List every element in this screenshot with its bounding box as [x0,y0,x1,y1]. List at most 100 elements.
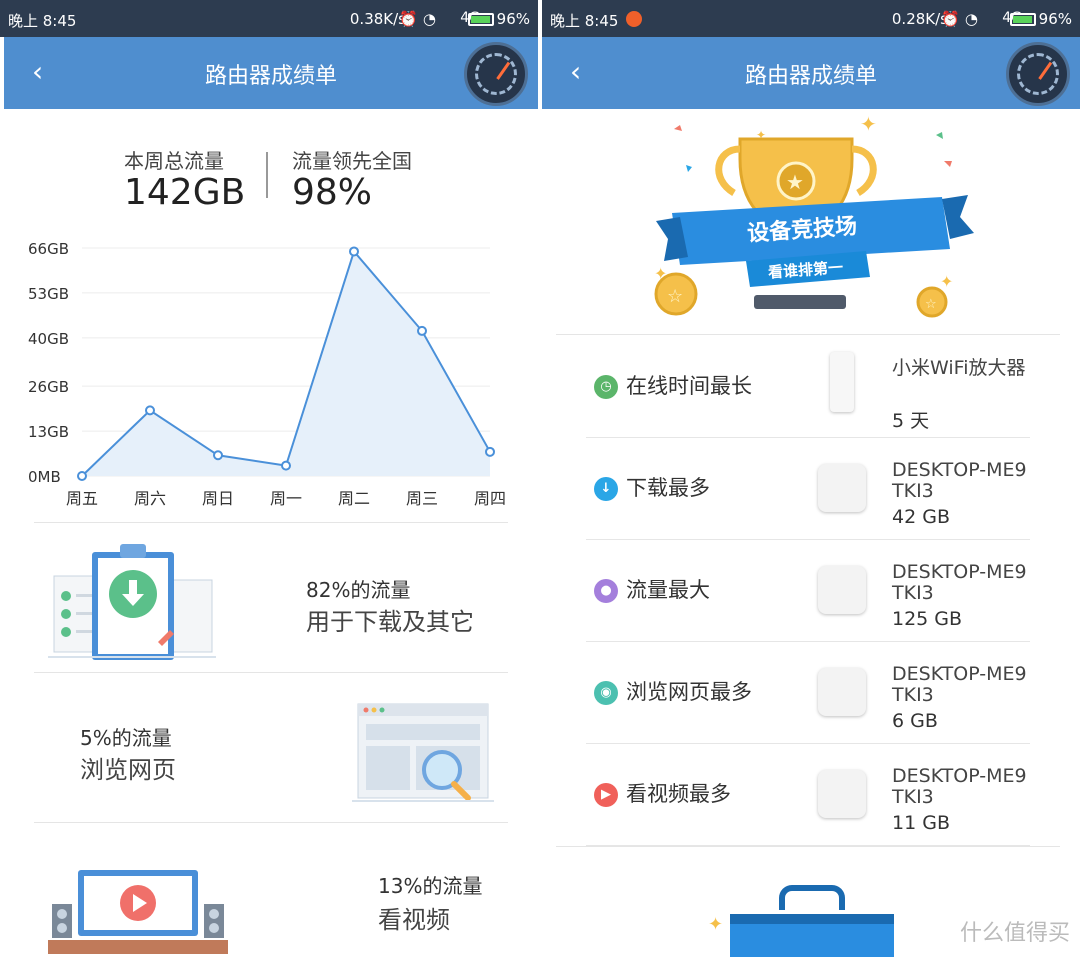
status-time: 晚上 8:45 [550,12,619,30]
device-arena-banner: ✦ ✦ ✦ ✦ ★ ☆ ☆ 设备竞技场 看谁排第一 [542,109,1080,334]
traffic-chart: 66GB 53GB 40GB 26GB 13GB 0MB 周五 周六 周日 周一 周二 周三 周四 [28,240,506,508]
right-screen: 晚上 8:45 0.28K/s ⏰ ◔ 4G 96% ‹ 路由器成绩单 ✦ ✦ … [542,0,1080,957]
rank-item-label: 浏览网页最多 [626,680,752,704]
x-tick-label: 周日 [202,489,234,508]
rank-item-label: 下载最多 [626,476,710,500]
download-desc: 用于下载及其它 [306,608,474,636]
page-title: 路由器成绩单 [204,64,337,89]
x-tick-label: 周四 [474,489,506,508]
site-watermark: 什么值得买 [959,921,1070,946]
divider [34,672,508,673]
drop-icon: ● [594,579,618,603]
alarm-icon: ⏰ [399,10,418,28]
download-percent: 82%的流量 [306,578,411,602]
y-tick-label: 66GB [28,240,69,258]
app-header: ‹ 路由器成绩单 [4,37,538,109]
data-point [349,246,359,257]
device-name: DESKTOP-ME9TKI3 [892,663,1027,706]
clipboard-download-icon [48,544,216,660]
data-point [145,405,155,416]
status-bar: 晚上 8:45 0.28K/s ⏰ ◔ 4G 96% [542,0,1080,37]
device-name: 小米WiFi放大器 [892,357,1026,379]
device-placeholder-icon [818,464,866,512]
battery-icon [468,13,494,26]
app-header: ‹ 路由器成绩单 [542,37,1080,109]
rank-item-online-time[interactable]: ◷ 在线时间最长 小米WiFi放大器 5 天 [586,336,1030,438]
status-time: 晚上 8:45 [8,12,77,30]
device-value: 11 GB [892,812,950,834]
device-value: 5 天 [892,410,930,432]
svg-text:✦: ✦ [860,112,877,136]
video-desc: 看视频 [378,906,450,934]
y-tick-label: 13GB [28,423,69,441]
y-tick-label: 0MB [28,468,61,486]
download-icon: ↓ [594,477,618,501]
device-value: 6 GB [892,710,938,732]
usage-download: 82%的流量 用于下载及其它 [0,526,538,674]
notification-icon [626,11,642,27]
total-traffic-value: 142GB [124,172,246,213]
divider [34,822,508,823]
battery-icon [1010,13,1036,26]
svg-text:☆: ☆ [925,297,937,312]
data-point [485,446,495,457]
video-percent: 13%的流量 [378,874,483,898]
wifi-icon: ◔ [422,10,436,28]
usage-browse: 5%的流量 浏览网页 [0,676,538,824]
page-title: 路由器成绩单 [744,64,877,89]
left-screen: 晚上 8:45 0.38K/s ⏰ ◔ 4G 96% ‹ 路由器成绩单 本周总流… [0,0,538,957]
device-placeholder-icon [818,566,866,614]
device-name: DESKTOP-ME9TKI3 [892,459,1027,502]
area-fill [82,251,490,476]
tv-video-icon [48,870,228,954]
svg-text:☆: ☆ [667,286,683,307]
y-tick-label: 40GB [28,330,69,348]
x-tick-label: 周五 [66,489,98,508]
divider [556,846,1060,847]
toolbox-icon: ✦ [708,885,894,957]
svg-text:★: ★ [786,170,804,194]
data-point [213,450,223,461]
wifi-extender-icon [830,352,854,412]
clock-icon: ◷ [594,375,618,399]
rank-item-most-download[interactable]: ↓ 下载最多 DESKTOP-ME9TKI3 42 GB [586,438,1030,540]
x-tick-label: 周二 [338,489,370,508]
rank-item-most-traffic[interactable]: ● 流量最大 DESKTOP-ME9TKI3 125 GB [586,540,1030,642]
status-net-rate: 0.38K/s [349,10,406,28]
summary-divider [266,152,268,198]
weekly-summary: 本周总流量 142GB 流量领先全国 98% [0,140,538,220]
svg-text:✦: ✦ [708,914,723,935]
y-tick-label: 53GB [28,285,69,303]
rank-label: 流量领先全国 [292,149,412,173]
rank-item-label: 在线时间最长 [626,374,752,398]
rank-item-most-browse[interactable]: ◉ 浏览网页最多 DESKTOP-ME9TKI3 6 GB [586,642,1030,744]
rank-item-label: 流量最大 [626,578,710,602]
svg-text:✦: ✦ [940,272,953,291]
status-net-rate: 0.28K/s [891,10,948,28]
data-point [77,471,87,481]
battery-percent: 96% [496,10,530,28]
browse-percent: 5%的流量 [80,726,172,750]
total-traffic-label: 本周总流量 [124,149,224,173]
rank-item-most-video[interactable]: ▶ 看视频最多 DESKTOP-ME9TKI3 11 GB [586,744,1030,846]
divider [556,334,1060,335]
y-tick-label: 26GB [28,378,69,396]
eye-icon: ◉ [594,681,618,705]
speed-gauge-icon[interactable] [464,42,528,106]
device-name: DESKTOP-ME9TKI3 [892,561,1027,604]
usage-video: 13%的流量 看视频 [0,826,538,957]
speed-gauge-icon[interactable] [1006,42,1070,106]
data-point [281,460,291,471]
wifi-icon: ◔ [964,10,978,28]
device-value: 42 GB [892,506,950,528]
data-point [417,325,427,336]
browser-magnifier-icon [352,703,494,802]
alarm-icon: ⏰ [941,10,960,28]
device-name: DESKTOP-ME9TKI3 [892,765,1027,808]
browse-desc: 浏览网页 [80,756,176,784]
device-value: 125 GB [892,608,963,630]
x-tick-label: 周三 [406,489,438,508]
x-tick-label: 周一 [270,489,302,508]
battery-percent: 96% [1038,10,1072,28]
rank-value: 98% [292,172,373,213]
